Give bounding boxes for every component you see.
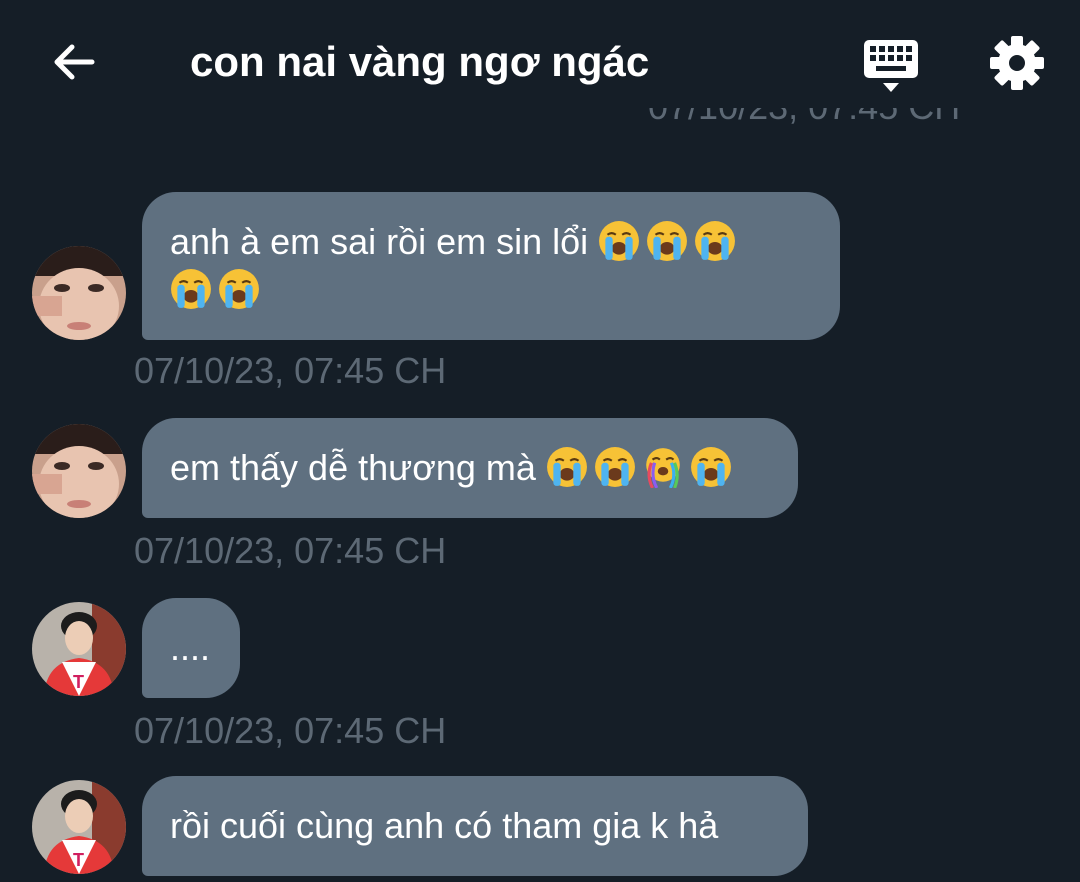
message-bubble[interactable]: em thấy dễ thương mà — [142, 418, 798, 518]
message-bubble[interactable]: anh à em sai rồi em sin lổi — [142, 192, 840, 340]
contact-avatar[interactable] — [32, 424, 126, 518]
chat-title: con nai vàng ngơ ngác — [190, 38, 650, 85]
self-avatar[interactable]: T — [32, 602, 126, 696]
rainbow-crying-face-icon — [642, 446, 684, 488]
message-bubble[interactable]: .... — [142, 598, 240, 698]
message-text: anh à em sai rồi em sin lổi — [170, 221, 589, 262]
settings-button[interactable] — [988, 34, 1046, 92]
loudly-crying-face-icon — [594, 446, 636, 488]
loudly-crying-face-icon — [694, 220, 736, 262]
message-timestamp: 07/10/23, 07:45 CH — [134, 350, 447, 391]
keyboard-toggle-button[interactable] — [862, 38, 920, 94]
message-text: .... — [170, 627, 211, 668]
message-bubble[interactable]: rồi cuối cùng anh có tham gia k hả — [142, 776, 808, 876]
loudly-crying-face-icon — [598, 220, 640, 262]
message-timestamp: 07/10/23, 07:45 CH — [134, 530, 447, 571]
chat-header: con nai vàng ngơ ngác — [0, 0, 1080, 120]
keyboard-icon — [864, 40, 918, 92]
loudly-crying-face-icon — [546, 446, 588, 488]
gear-icon — [990, 36, 1044, 90]
loudly-crying-face-icon — [646, 220, 688, 262]
loudly-crying-face-icon — [170, 268, 212, 310]
arrow-left-icon — [54, 44, 95, 80]
message-timestamp: 07/10/23, 07:45 CH — [134, 710, 447, 751]
contact-avatar[interactable] — [32, 246, 126, 340]
message-text: em thấy dễ thương mà — [170, 447, 536, 488]
svg-text:T: T — [73, 672, 84, 692]
back-button[interactable] — [46, 34, 102, 90]
clipped-timestamp: 07/10/23, 07:45 CH — [640, 108, 1040, 142]
self-avatar[interactable]: T — [32, 780, 126, 874]
loudly-crying-face-icon — [690, 446, 732, 488]
clipped-timestamp-text: 07/10/23, 07:45 CH — [648, 108, 960, 128]
message-text: rồi cuối cùng anh có tham gia k hả — [170, 805, 719, 846]
loudly-crying-face-icon — [218, 268, 260, 310]
svg-text:T: T — [73, 850, 84, 870]
